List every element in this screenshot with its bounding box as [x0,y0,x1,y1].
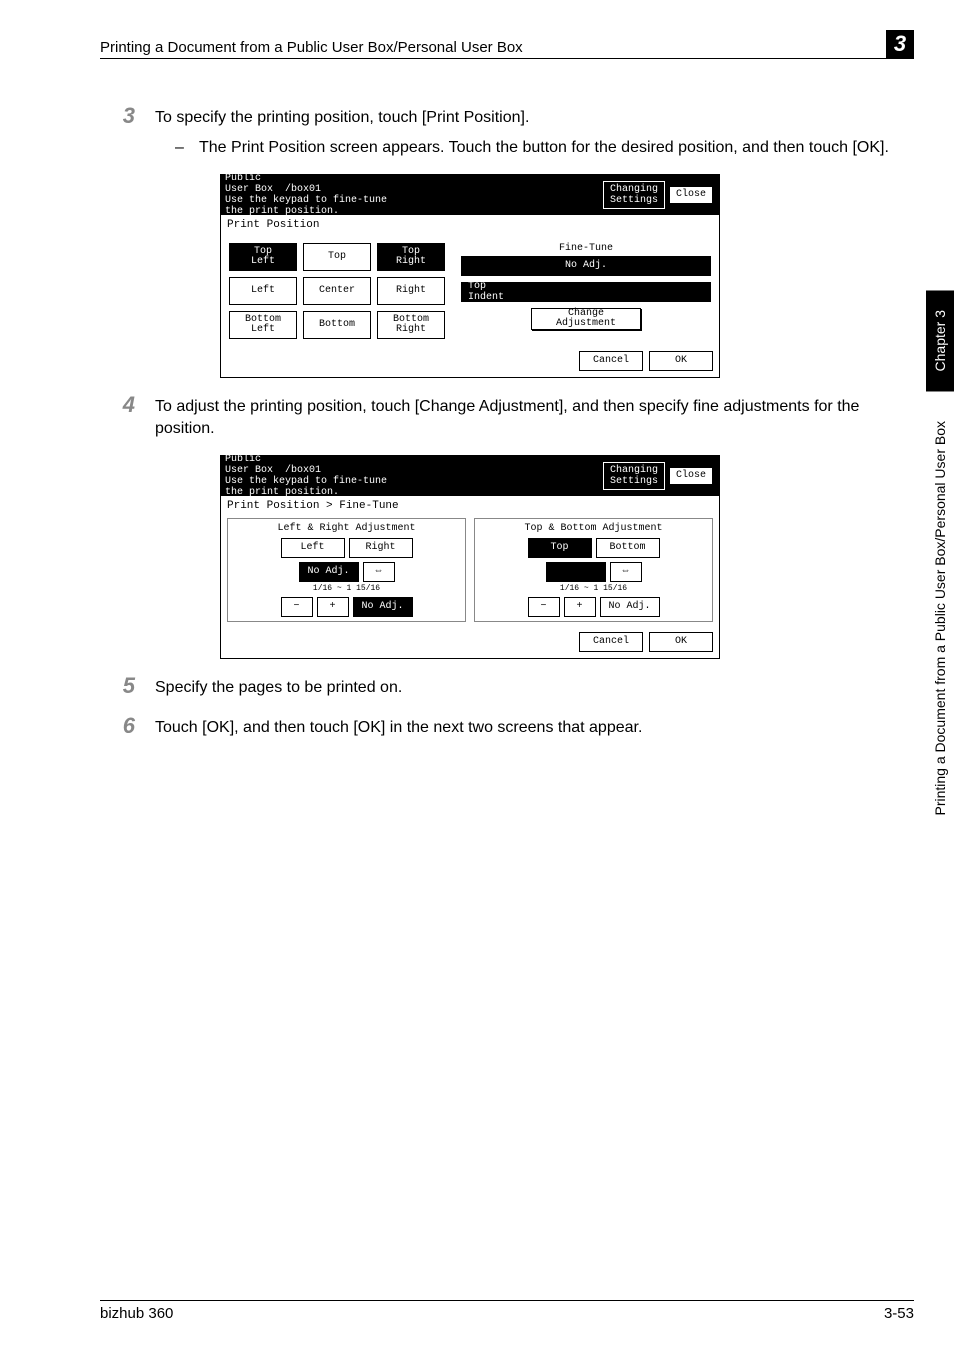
bullet-dash: – [175,137,199,159]
shift-top-button[interactable]: Top [528,538,592,558]
close-button[interactable]: Close [669,186,713,204]
chapter-number-box: 3 [886,30,914,58]
tb-plus-button[interactable]: + [564,597,596,617]
screen-subtitle: Print Position [221,215,719,235]
sidebar-title: Printing a Document from a Public User B… [932,421,948,816]
footer-left: bizhub 360 [100,1305,173,1322]
change-adjustment-button[interactable]: Change Adjustment [531,308,641,330]
panel-title: Left & Right Adjustment [232,523,461,534]
step-text: To adjust the printing position, touch [… [155,392,914,441]
changing-settings-chip: Changing Settings [603,181,665,209]
pos-bottom-left[interactable]: Bottom Left [229,311,297,339]
lr-result: No Adj. [353,597,413,617]
screen-topbar-text: Public User Box /box01 Use the keypad to… [225,173,601,217]
tb-minus-button[interactable]: − [528,597,560,617]
step-number: 5 [100,673,155,699]
pos-right[interactable]: Right [377,277,445,305]
fine-tune-label: Fine-Tune [461,241,711,256]
pos-top-left[interactable]: Top Left [229,243,297,271]
step-text: To specify the printing position, touch … [155,107,914,129]
shift-bottom-button[interactable]: Bottom [596,538,660,558]
step-number: 6 [100,713,155,739]
top-bottom-adjustment-panel: Top & Bottom Adjustment Top Bottom ⇔ 1/1… [474,518,713,622]
tb-value [546,562,606,582]
cancel-button[interactable]: Cancel [579,351,643,371]
close-button[interactable]: Close [669,467,713,485]
pos-top-right[interactable]: Top Right [377,243,445,271]
lr-arrow-icon: ⇔ [363,562,395,582]
shift-right-button[interactable]: Right [349,538,413,558]
screen-subtitle: Print Position > Fine-Tune [221,496,719,516]
lr-value: No Adj. [299,562,359,582]
top-indent-button[interactable]: Top Indent [461,282,711,302]
footer-right: 3-53 [884,1305,914,1322]
header-title: Printing a Document from a Public User B… [100,39,886,56]
no-adj-button[interactable]: No Adj. [461,256,711,276]
cancel-button[interactable]: Cancel [579,632,643,652]
tb-arrow-icon: ⇔ [610,562,642,582]
lr-range: 1/16 ~ 1 15/16 [232,584,461,593]
screen-topbar-text: Public User Box /box01 Use the keypad to… [225,454,601,498]
pos-bottom[interactable]: Bottom [303,311,371,339]
changing-settings-chip: Changing Settings [603,462,665,490]
chapter-tab: Chapter 3 [926,290,954,391]
bullet-text: The Print Position screen appears. Touch… [199,137,914,159]
ok-button[interactable]: OK [649,632,713,652]
pos-center[interactable]: Center [303,277,371,305]
lr-plus-button[interactable]: + [317,597,349,617]
pos-bottom-right[interactable]: Bottom Right [377,311,445,339]
step-text: Specify the pages to be printed on. [155,673,914,699]
tb-result: No Adj. [600,597,660,617]
step-number: 4 [100,392,155,441]
ok-button[interactable]: OK [649,351,713,371]
shift-left-button[interactable]: Left [281,538,345,558]
step-number: 3 [100,103,155,160]
pos-left[interactable]: Left [229,277,297,305]
left-right-adjustment-panel: Left & Right Adjustment Left Right No Ad… [227,518,466,622]
step-text: Touch [OK], and then touch [OK] in the n… [155,713,914,739]
print-position-screen: Public User Box /box01 Use the keypad to… [220,174,720,378]
tb-range: 1/16 ~ 1 15/16 [479,584,708,593]
lr-minus-button[interactable]: − [281,597,313,617]
pos-top[interactable]: Top [303,243,371,271]
fine-tune-screen: Public User Box /box01 Use the keypad to… [220,455,720,659]
panel-title: Top & Bottom Adjustment [479,523,708,534]
